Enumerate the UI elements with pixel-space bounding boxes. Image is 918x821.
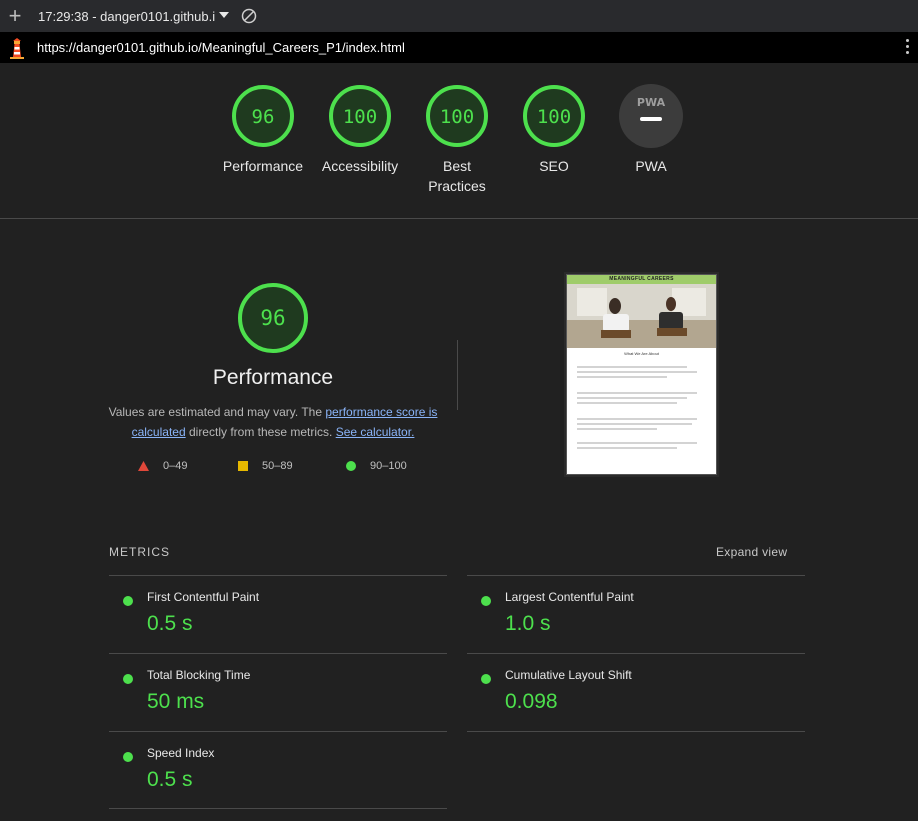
thumb-header: MEANINGFUL CAREERS — [567, 275, 716, 284]
report-selector[interactable]: 17:29:38 - danger0101.github.i — [38, 9, 215, 24]
more-options-icon[interactable] — [906, 39, 910, 57]
metric-value: 50 ms — [147, 690, 205, 713]
performance-description: Values are estimated and may vary. The p… — [108, 402, 438, 442]
score-pwa[interactable]: PWA PWA — [601, 84, 701, 176]
metric-divider — [109, 808, 447, 809]
pass-indicator-icon — [123, 596, 133, 606]
performance-score-value: 96 — [260, 306, 285, 330]
gauge-label: PWA — [635, 158, 667, 174]
legend-fail-label: 0–49 — [163, 460, 188, 472]
pass-indicator-icon — [123, 674, 133, 684]
gauge-value: 100 — [537, 106, 571, 128]
metric-name: Cumulative Layout Shift — [505, 668, 632, 682]
metric-speed-index: Speed Index 0.5 s — [109, 746, 447, 806]
circle-icon — [346, 461, 356, 471]
legend-pass: 90–100 — [346, 460, 407, 472]
metric-total-blocking-time: Total Blocking Time 50 ms — [109, 668, 447, 728]
pass-indicator-icon — [481, 674, 491, 684]
legend-average-label: 50–89 — [262, 460, 293, 472]
gauge-value: 96 — [252, 106, 275, 128]
accessibility-gauge: 100 — [329, 85, 391, 147]
url-bar: https://danger0101.github.io/Meaningful_… — [0, 32, 918, 63]
final-screenshot[interactable]: MEANINGFUL CAREERS What We Are About — [566, 274, 717, 475]
gauge-label: Best Practices — [428, 158, 486, 194]
metric-value: 1.0 s — [505, 612, 551, 635]
metric-name: Speed Index — [147, 746, 215, 760]
metric-divider — [109, 653, 447, 654]
metric-divider — [467, 731, 805, 732]
seo-gauge: 100 — [523, 85, 585, 147]
chevron-down-icon[interactable] — [219, 11, 230, 18]
metric-divider — [109, 731, 447, 732]
metric-name: First Contentful Paint — [147, 590, 260, 604]
expand-view-button[interactable]: Expand view — [716, 545, 787, 559]
score-seo[interactable]: 100 SEO — [504, 84, 604, 176]
performance-gauge: 96 — [232, 85, 294, 147]
desc-text: directly from these metrics. — [185, 425, 336, 439]
metric-value: 0.5 s — [147, 612, 193, 635]
metric-divider — [467, 653, 805, 654]
gauge-value: 100 — [440, 106, 474, 128]
thumb-subheading: What We Are About — [624, 351, 659, 356]
metric-name: Total Blocking Time — [147, 668, 251, 682]
square-icon — [238, 461, 248, 471]
page-url[interactable]: https://danger0101.github.io/Meaningful_… — [37, 40, 405, 55]
pass-indicator-icon — [123, 752, 133, 762]
legend-fail: 0–49 — [138, 460, 187, 472]
metric-first-contentful-paint: First Contentful Paint 0.5 s — [109, 590, 447, 650]
metric-value: 0.098 — [505, 690, 558, 713]
add-icon[interactable]: + — [0, 0, 30, 32]
performance-title: Performance — [212, 366, 334, 389]
section-divider — [0, 218, 918, 219]
score-accessibility[interactable]: 100 Accessibility — [310, 84, 410, 176]
performance-score-gauge: 96 — [238, 283, 308, 353]
report-bar: + 17:29:38 - danger0101.github.i — [0, 0, 918, 33]
people-illustration — [567, 284, 716, 348]
metric-name: Largest Contentful Paint — [505, 590, 634, 604]
see-calculator-link[interactable]: See calculator. — [336, 425, 415, 439]
pwa-badge-icon: PWA — [619, 84, 683, 148]
gauge-label: SEO — [539, 158, 569, 174]
pass-indicator-icon — [481, 596, 491, 606]
legend-average: 50–89 — [238, 460, 293, 472]
pwa-badge-text: PWA — [637, 96, 666, 109]
metric-largest-contentful-paint: Largest Contentful Paint 1.0 s — [467, 590, 805, 650]
best-practices-gauge: 100 — [426, 85, 488, 147]
metrics-heading: METRICS — [109, 545, 170, 559]
vertical-divider — [457, 340, 458, 410]
legend-pass-label: 90–100 — [370, 460, 407, 472]
thumb-hero-image — [567, 284, 716, 348]
score-performance[interactable]: 96 Performance — [213, 84, 313, 176]
metric-divider — [467, 575, 805, 576]
gauge-label: Accessibility — [321, 158, 399, 174]
gauge-label: Performance — [222, 158, 304, 174]
metric-cumulative-layout-shift: Cumulative Layout Shift 0.098 — [467, 668, 805, 728]
lighthouse-logo-icon — [10, 37, 24, 59]
triangle-icon — [138, 461, 149, 471]
score-best-practices[interactable]: 100 Best Practices — [407, 84, 507, 196]
clear-icon[interactable] — [241, 8, 257, 24]
metric-divider — [109, 575, 447, 576]
gauge-value: 100 — [343, 106, 377, 128]
metric-value: 0.5 s — [147, 768, 193, 791]
desc-text: Values are estimated and may vary. The — [108, 405, 326, 419]
